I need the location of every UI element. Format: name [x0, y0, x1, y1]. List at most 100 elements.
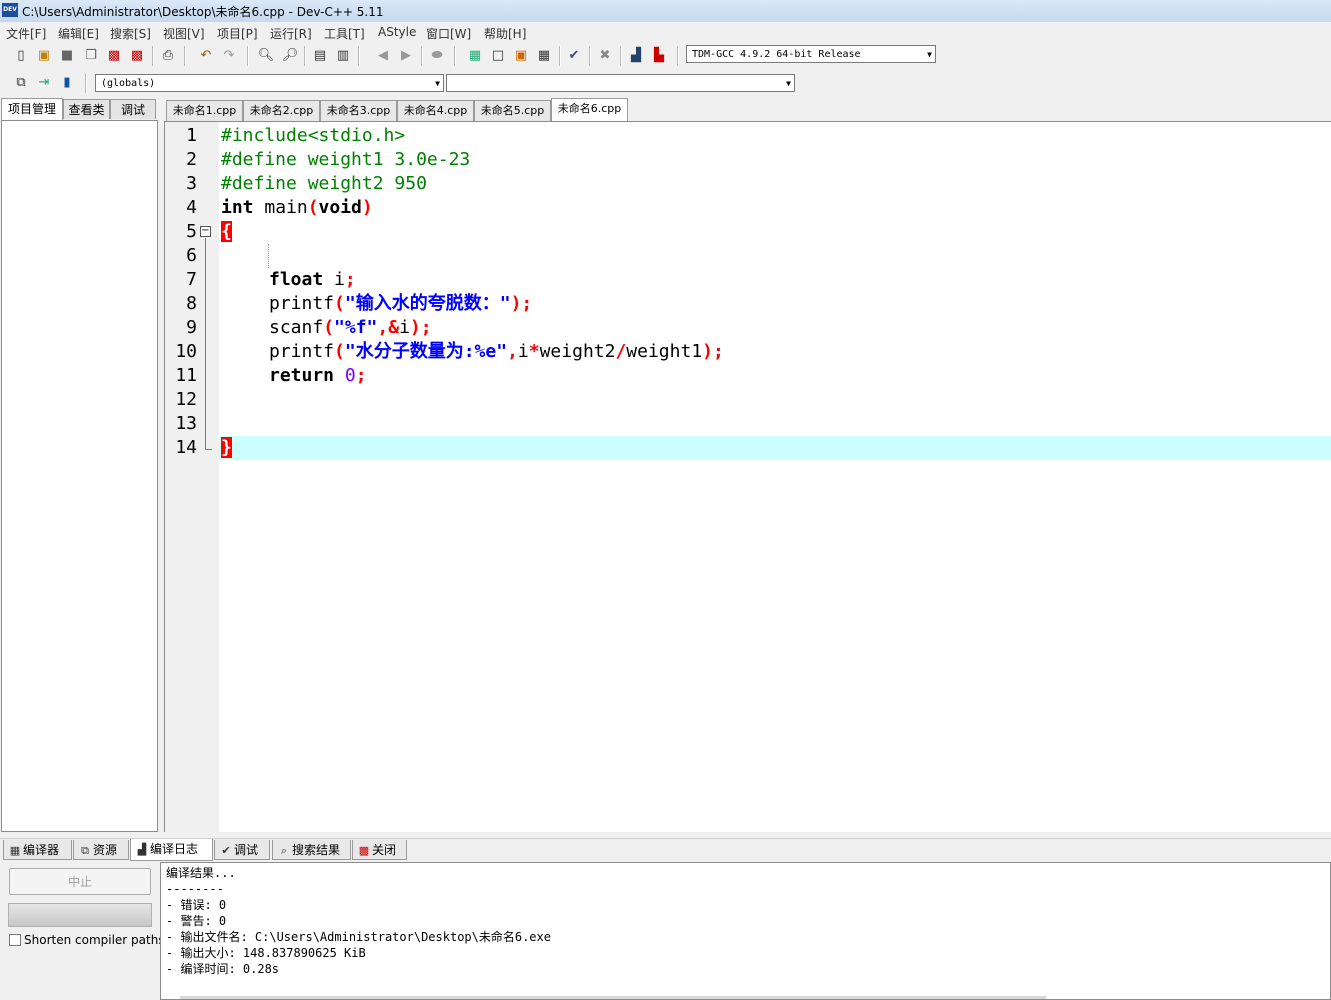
delete-profile-icon[interactable]: ▙	[650, 47, 668, 65]
symbol: (	[334, 341, 345, 362]
check-icon: ✔	[221, 844, 231, 857]
menu-astyle[interactable]: AStyle	[378, 25, 416, 39]
save-all-icon[interactable]: ❐	[82, 47, 100, 65]
menu-help[interactable]: 帮助[H]	[484, 25, 526, 42]
log-line: - 输出大小: 148.837890625 KiB	[166, 946, 366, 960]
tab-debug-output[interactable]: ✔ 调试	[214, 840, 270, 860]
line-number: 2	[186, 149, 197, 170]
symbol: (	[334, 293, 345, 314]
undo-icon[interactable]: ↶	[197, 47, 215, 65]
symbol: );	[409, 317, 432, 338]
log-horizontal-scrollbar[interactable]	[180, 996, 1046, 999]
tab-project[interactable]: 项目管理	[1, 98, 63, 120]
close-file-icon[interactable]: ▩	[105, 47, 123, 65]
menu-search[interactable]: 搜索[S]	[110, 25, 151, 42]
replace-icon[interactable]: 🔎︎	[281, 47, 299, 65]
identifier: printf	[269, 293, 335, 314]
compile-icon[interactable]: ▦	[466, 47, 484, 65]
keyword: void	[318, 197, 362, 218]
identifier: i	[323, 269, 345, 290]
tab-search-results-label: 搜索结果	[292, 843, 341, 857]
file-tab-1[interactable]: 未命名1.cpp	[166, 100, 243, 121]
open-file-icon[interactable]: ▣	[35, 47, 53, 65]
line-number: 10	[175, 341, 197, 362]
chevron-down-icon: ▼	[927, 50, 932, 59]
compiler-select-value: TDM-GCC 4.9.2 64-bit Release	[692, 49, 861, 60]
compile-run-icon[interactable]: ▣	[512, 47, 530, 65]
keyword: return	[269, 365, 335, 386]
print-icon[interactable]: ⎙	[159, 47, 177, 65]
abort-button[interactable]: 中止	[9, 868, 151, 895]
add-to-project-icon[interactable]: ⇥	[35, 74, 53, 92]
tab-search-results[interactable]: ⌕ 搜索结果	[272, 840, 351, 860]
comment-icon[interactable]: ⬬	[428, 47, 446, 65]
collapse-icon[interactable]: −	[200, 226, 211, 237]
menu-view[interactable]: 视图[V]	[163, 25, 205, 42]
check-syntax-icon[interactable]: ✔	[565, 47, 583, 65]
profile-icon[interactable]: ▟	[627, 47, 645, 65]
compiler-icon: ▦	[9, 844, 21, 857]
code-line-11: return 0;	[269, 364, 367, 388]
scope-select-value: (globals)	[101, 78, 156, 89]
menu-bar: 文件[F] 编辑[E] 搜索[S] 视图[V] 项目[P] 运行[R] 工具[T…	[0, 22, 1331, 42]
new-file-icon[interactable]: ▯	[12, 47, 30, 65]
menu-window[interactable]: 窗口[W]	[426, 25, 471, 42]
tab-compiler-label: 编译器	[23, 843, 60, 857]
goto-line-icon[interactable]: ▤	[311, 47, 329, 65]
code-line-2: #define weight1 3.0e-23	[221, 149, 471, 170]
run-icon[interactable]: □	[489, 47, 507, 65]
close-icon: ▩	[358, 844, 370, 857]
tab-resources[interactable]: ⧉ 资源	[73, 840, 129, 860]
code-line-10: printf("水分子数量为:%e",i*weight2/weight1);	[269, 340, 724, 364]
tab-close[interactable]: ▩ 关闭	[352, 840, 407, 860]
compiler-select[interactable]: TDM-GCC 4.9.2 64-bit Release ▼	[686, 45, 936, 63]
unindent-icon[interactable]: ◀	[374, 47, 392, 65]
file-tab-4[interactable]: 未命名4.cpp	[397, 100, 474, 121]
log-line: - 错误: 0	[166, 898, 227, 912]
redo-icon[interactable]: ↷	[220, 47, 238, 65]
log-line: 编译结果...	[166, 866, 236, 880]
stop-execution-icon[interactable]: ✖	[596, 47, 614, 65]
new-project-icon[interactable]: ⧉	[12, 74, 30, 92]
symbol: );	[510, 293, 533, 314]
menu-project[interactable]: 项目[P]	[217, 25, 258, 42]
identifier: i	[517, 341, 529, 362]
tab-debug[interactable]: 调试	[110, 99, 156, 119]
tab-classes[interactable]: 查看类	[63, 99, 110, 119]
line-number: 7	[186, 269, 197, 290]
scope-select[interactable]: (globals) ▼	[95, 74, 444, 92]
symbol: )	[361, 197, 373, 218]
file-tab-3[interactable]: 未命名3.cpp	[320, 100, 397, 121]
identifier: weight1	[626, 341, 703, 362]
shorten-paths-checkbox[interactable]	[9, 934, 21, 946]
keyword: float	[269, 269, 324, 290]
tab-compile-log[interactable]: ▟ 编译日志	[130, 839, 213, 861]
code-editor[interactable]	[164, 121, 1331, 832]
tab-compiler[interactable]: ▦ 编译器	[3, 840, 72, 860]
chevron-down-icon: ▼	[435, 79, 440, 88]
menu-tools[interactable]: 工具[T]	[324, 25, 365, 42]
menu-edit[interactable]: 编辑[E]	[58, 25, 99, 42]
symbol-select[interactable]: ▼	[446, 74, 795, 92]
file-tab-6[interactable]: 未命名6.cpp	[551, 98, 628, 121]
tab-resources-label: 资源	[93, 843, 118, 857]
menu-run[interactable]: 运行[R]	[270, 25, 312, 42]
symbol: *	[528, 341, 540, 362]
menu-file[interactable]: 文件[F]	[6, 25, 46, 42]
toggle-bookmark-icon[interactable]: ▥	[334, 47, 352, 65]
line-number: 9	[186, 317, 197, 338]
find-icon[interactable]: 🔍︎	[257, 47, 275, 65]
project-tree[interactable]	[1, 120, 158, 832]
file-tab-2[interactable]: 未命名2.cpp	[243, 100, 320, 121]
main-toolbar: ▯ ▣ ■ ❐ ▩ ▩ ⎙ ↶ ↷ 🔍︎ 🔎︎ ▤ ▥ ◀ ▶ ⬬ ▦ □ ▣ …	[0, 42, 1331, 70]
file-tab-5[interactable]: 未命名5.cpp	[474, 100, 551, 121]
search-icon: ⌕	[280, 844, 288, 857]
indent-icon[interactable]: ▶	[397, 47, 415, 65]
symbol: (	[323, 317, 335, 338]
string-literal: "%f"	[334, 317, 378, 338]
line-number: 4	[186, 197, 197, 218]
save-icon[interactable]: ■	[58, 47, 76, 65]
close-all-icon[interactable]: ▩	[128, 47, 146, 65]
project-options-icon[interactable]: ▮	[58, 74, 76, 92]
rebuild-icon[interactable]: ▦	[535, 47, 553, 65]
